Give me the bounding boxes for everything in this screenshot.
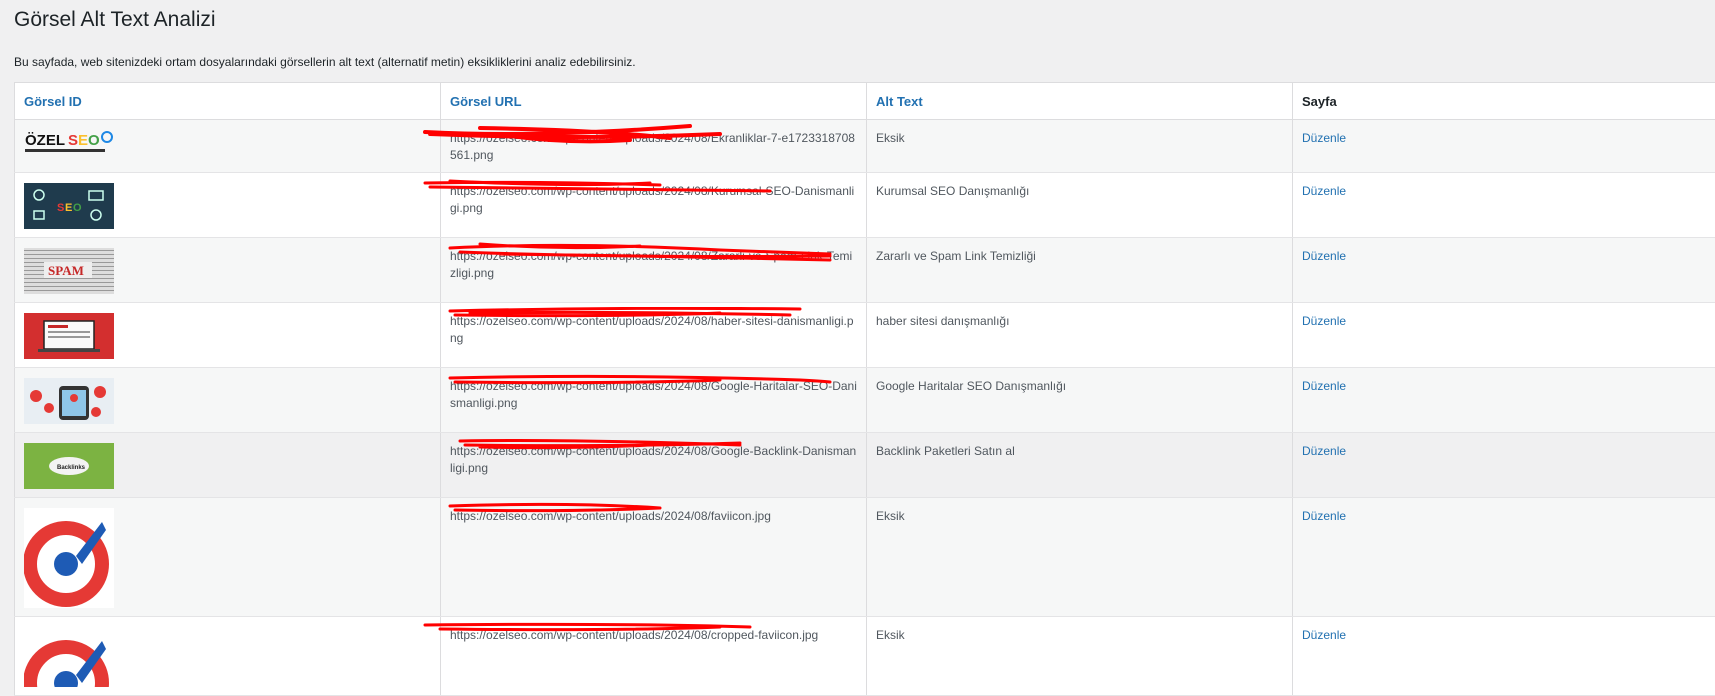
- alt-cell: Eksik: [867, 120, 1293, 173]
- svg-text:O: O: [88, 132, 100, 149]
- image-url: https://ozelseo.com/wp-content/uploads/2…: [450, 378, 857, 412]
- image-url: https://ozelseo.com/wp-content/uploads/2…: [450, 130, 857, 164]
- image-url: https://ozelseo.com/wp-content/uploads/2…: [450, 443, 857, 477]
- backlinks-thumbnail[interactable]: Backlinks: [24, 443, 114, 489]
- table-row: https://ozelseo.com/wp-content/uploads/2…: [15, 303, 1715, 368]
- svg-text:ÖZEL: ÖZEL: [25, 132, 65, 149]
- page-cell: Düzenle: [1293, 433, 1715, 498]
- svg-text:SPAM: SPAM: [48, 263, 84, 278]
- table-row: SPAM https://ozelseo.com/wp-content/uplo…: [15, 238, 1715, 303]
- page-wrap: Görsel Alt Text Analizi Bu sayfada, web …: [0, 0, 1715, 696]
- svg-text:O: O: [73, 202, 82, 214]
- image-cell: [15, 303, 441, 368]
- svg-text:S: S: [57, 202, 64, 214]
- table-row: ÖZEL S E O https://ozelseo.com/wp-conten…: [15, 120, 1715, 173]
- column-header-id[interactable]: Görsel ID: [15, 83, 441, 120]
- image-url: https://ozelseo.com/wp-content/uploads/2…: [450, 313, 857, 347]
- edit-link[interactable]: Düzenle: [1302, 628, 1346, 642]
- column-header-page: Sayfa: [1293, 83, 1715, 120]
- page-cell: Düzenle: [1293, 368, 1715, 433]
- image-cell: Backlinks: [15, 433, 441, 498]
- column-header-url[interactable]: Görsel URL: [441, 83, 867, 120]
- url-cell: https://ozelseo.com/wp-content/uploads/2…: [441, 173, 867, 238]
- table-row: Backlinks https://ozelseo.com/wp-content…: [15, 433, 1715, 498]
- image-url: https://ozelseo.com/wp-content/uploads/2…: [450, 627, 857, 644]
- image-cell: ÖZEL S E O: [15, 120, 441, 173]
- alt-cell: Kurumsal SEO Danışmanlığı: [867, 173, 1293, 238]
- url-cell: https://ozelseo.com/wp-content/uploads/2…: [441, 498, 867, 617]
- ozelseo-logo-thumbnail[interactable]: ÖZEL S E O: [24, 130, 114, 156]
- spam-newspaper-thumbnail[interactable]: SPAM: [24, 248, 114, 294]
- alt-cell: Backlink Paketleri Satın al: [867, 433, 1293, 498]
- alt-cell: Google Haritalar SEO Danışmanlığı: [867, 368, 1293, 433]
- page-cell: Düzenle: [1293, 617, 1715, 696]
- svg-text:E: E: [65, 202, 72, 214]
- page-cell: Düzenle: [1293, 173, 1715, 238]
- edit-link[interactable]: Düzenle: [1302, 184, 1346, 198]
- image-cell: [15, 368, 441, 433]
- page-cell: Düzenle: [1293, 498, 1715, 617]
- svg-text:Backlinks: Backlinks: [57, 465, 86, 471]
- seo-chalkboard-thumbnail[interactable]: S E O: [24, 183, 114, 229]
- edit-link[interactable]: Düzenle: [1302, 379, 1346, 393]
- url-cell: https://ozelseo.com/wp-content/uploads/2…: [441, 617, 867, 696]
- alt-text-table: Görsel ID Görsel URL Alt Text Sayfa ÖZEL…: [14, 82, 1715, 696]
- page-description: Bu sayfada, web sitenizdeki ortam dosyal…: [14, 54, 1715, 70]
- page-cell: Düzenle: [1293, 120, 1715, 173]
- alt-cell: Eksik: [867, 617, 1293, 696]
- url-cell: https://ozelseo.com/wp-content/uploads/2…: [441, 303, 867, 368]
- map-pins-thumbnail[interactable]: [24, 378, 114, 424]
- rocket-favicon-thumbnail[interactable]: [24, 627, 114, 687]
- page-title: Görsel Alt Text Analizi: [14, 0, 1715, 38]
- column-header-alt[interactable]: Alt Text: [867, 83, 1293, 120]
- edit-link[interactable]: Düzenle: [1302, 249, 1346, 263]
- alt-cell: haber sitesi danışmanlığı: [867, 303, 1293, 368]
- image-url: https://ozelseo.com/wp-content/uploads/2…: [450, 508, 857, 525]
- laptop-thumbnail[interactable]: [24, 313, 114, 359]
- alt-cell: Eksik: [867, 498, 1293, 617]
- table-row: https://ozelseo.com/wp-content/uploads/2…: [15, 368, 1715, 433]
- table-row: https://ozelseo.com/wp-content/uploads/2…: [15, 617, 1715, 696]
- rocket-favicon-thumbnail[interactable]: [24, 508, 114, 608]
- image-cell: S E O: [15, 173, 441, 238]
- svg-text:E: E: [78, 132, 88, 149]
- image-url: https://ozelseo.com/wp-content/uploads/2…: [450, 248, 857, 282]
- table-row: S E O https://ozelseo.com/wp-content/upl…: [15, 173, 1715, 238]
- edit-link[interactable]: Düzenle: [1302, 509, 1346, 523]
- edit-link[interactable]: Düzenle: [1302, 444, 1346, 458]
- image-cell: [15, 617, 441, 696]
- url-cell: https://ozelseo.com/wp-content/uploads/2…: [441, 120, 867, 173]
- image-url: https://ozelseo.com/wp-content/uploads/2…: [450, 183, 857, 217]
- url-cell: https://ozelseo.com/wp-content/uploads/2…: [441, 238, 867, 303]
- table-row: https://ozelseo.com/wp-content/uploads/2…: [15, 498, 1715, 617]
- svg-text:S: S: [68, 132, 78, 149]
- url-cell: https://ozelseo.com/wp-content/uploads/2…: [441, 433, 867, 498]
- image-cell: SPAM: [15, 238, 441, 303]
- page-cell: Düzenle: [1293, 238, 1715, 303]
- alt-cell: Zararlı ve Spam Link Temizliği: [867, 238, 1293, 303]
- edit-link[interactable]: Düzenle: [1302, 314, 1346, 328]
- url-cell: https://ozelseo.com/wp-content/uploads/2…: [441, 368, 867, 433]
- page-cell: Düzenle: [1293, 303, 1715, 368]
- edit-link[interactable]: Düzenle: [1302, 131, 1346, 145]
- image-cell: [15, 498, 441, 617]
